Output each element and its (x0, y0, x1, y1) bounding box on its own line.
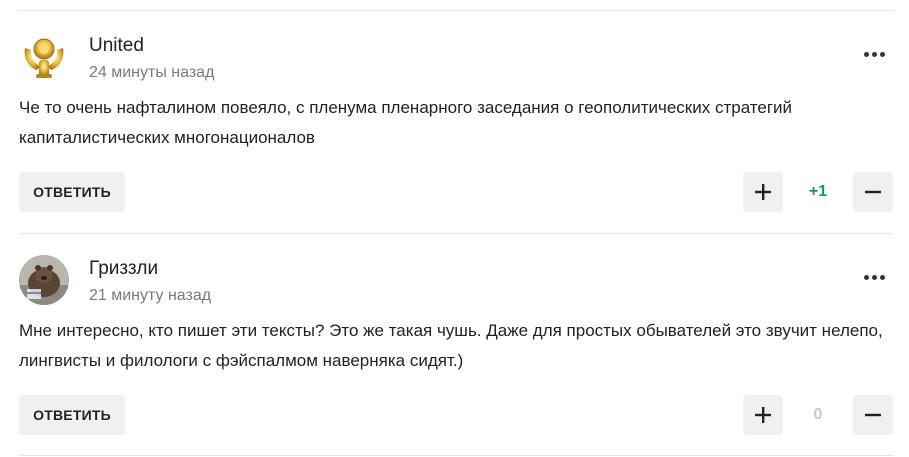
comment-author[interactable]: United (89, 35, 144, 57)
upvote-button[interactable] (743, 172, 783, 212)
comments-list: United 24 минуты назад Че то очень нафта… (0, 0, 909, 457)
plus-icon (755, 407, 771, 423)
more-options-icon[interactable] (858, 267, 890, 287)
comment-timestamp: 21 минуту назад (89, 287, 212, 304)
divider (18, 10, 893, 11)
reply-button[interactable]: ОТВЕТИТЬ (19, 172, 125, 212)
comment-author[interactable]: Гриззли (89, 258, 158, 280)
upvote-button[interactable] (743, 395, 783, 435)
dot (879, 51, 885, 57)
dot (879, 274, 885, 280)
dot (871, 51, 877, 57)
downvote-button[interactable] (853, 172, 893, 212)
vote-score: 0 (813, 406, 823, 423)
bear-photo-avatar[interactable] (19, 255, 69, 305)
more-options-icon[interactable] (858, 44, 890, 64)
golden-emblem-avatar[interactable] (19, 32, 69, 82)
divider (18, 233, 893, 234)
downvote-button[interactable] (853, 395, 893, 435)
vote-score: +1 (808, 183, 828, 200)
minus-icon (865, 190, 881, 194)
plus-icon (755, 184, 771, 200)
comment-text: Че то очень нафталином повеяло, с пленум… (19, 98, 793, 147)
minus-icon (865, 413, 881, 417)
comment-text: Мне интересно, кто пишет эти тексты? Это… (19, 321, 883, 370)
dot (863, 274, 869, 280)
reply-button[interactable]: ОТВЕТИТЬ (19, 395, 125, 435)
divider (18, 455, 893, 456)
comment-timestamp: 24 минуты назад (89, 64, 215, 81)
dot (871, 274, 877, 280)
dot (863, 51, 869, 57)
